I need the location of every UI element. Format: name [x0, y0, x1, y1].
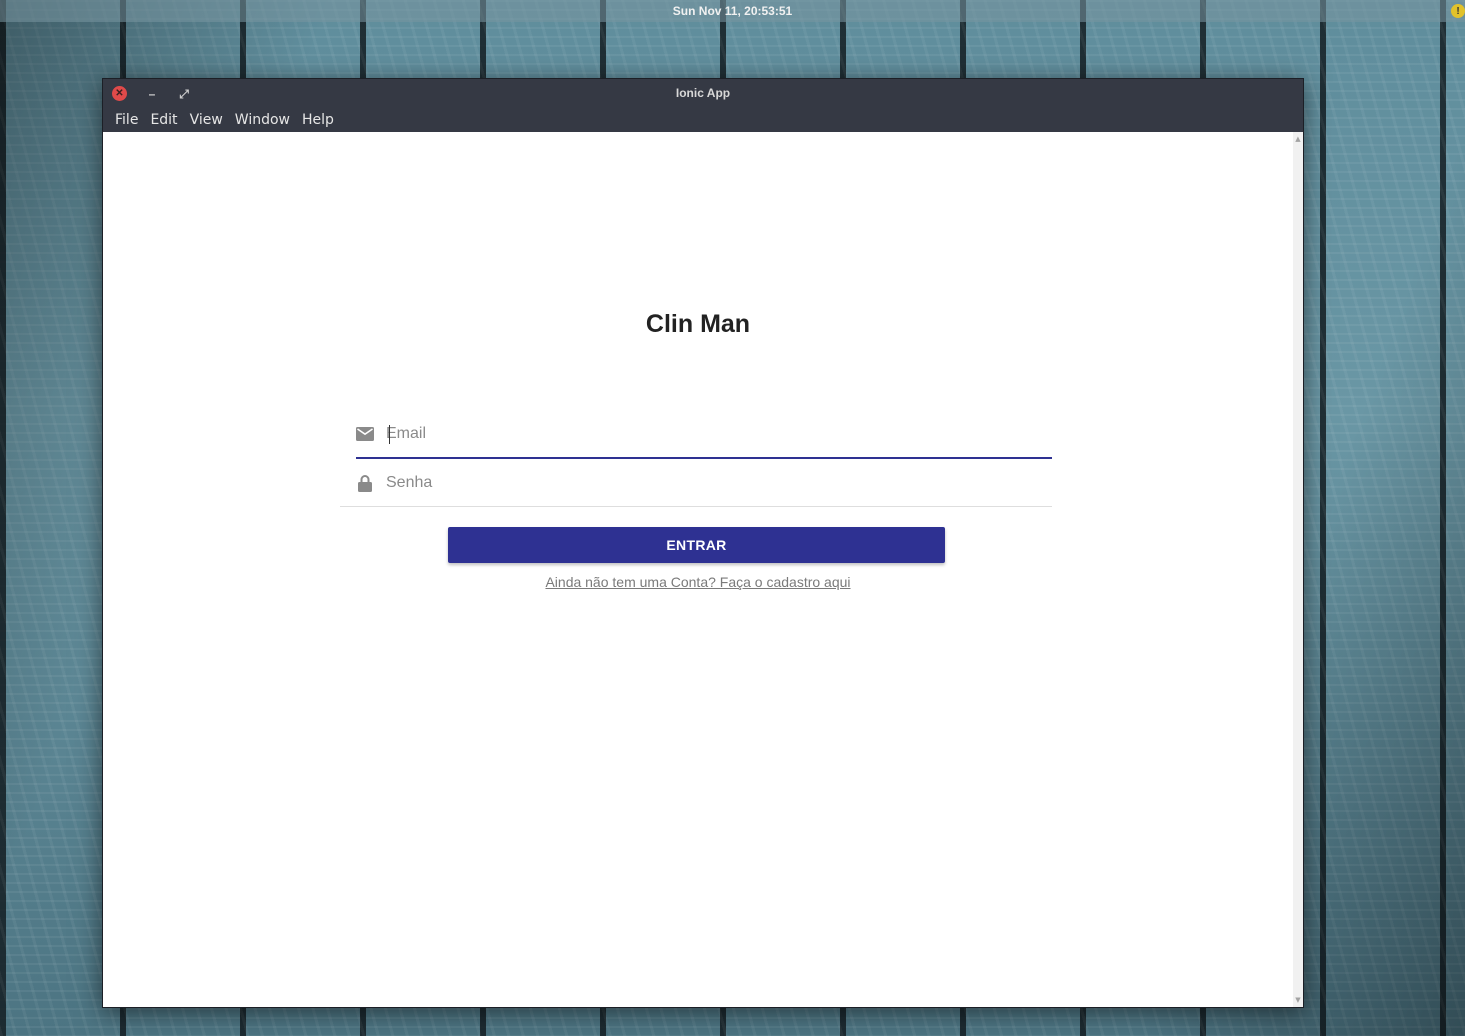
page-title: Clin Man — [645, 310, 751, 338]
scroll-down-arrow-icon[interactable]: ▼ — [1294, 995, 1302, 1005]
window-titlebar[interactable]: ✕ – ⤢ Ionic App — [103, 79, 1303, 107]
scroll-up-arrow-icon[interactable]: ▲ — [1294, 134, 1302, 144]
clock[interactable]: Sun Nov 11, 20:53:51 — [673, 4, 792, 18]
top-panel: Sun Nov 11, 20:53:51 ! — [0, 0, 1465, 22]
menu-window[interactable]: Window — [229, 112, 296, 128]
login-button[interactable]: ENTRAR — [448, 527, 945, 563]
scrollbar[interactable]: ▲ ▼ — [1293, 132, 1303, 1007]
email-input[interactable] — [386, 425, 986, 443]
close-button[interactable]: ✕ — [112, 86, 127, 101]
menu-file[interactable]: File — [109, 112, 144, 128]
app-window: ✕ – ⤢ Ionic App File Edit View Window He… — [102, 78, 1304, 1008]
password-input[interactable] — [386, 474, 986, 492]
text-cursor — [389, 425, 390, 444]
mail-icon — [356, 425, 374, 443]
password-field — [356, 459, 1052, 507]
minimize-button[interactable]: – — [145, 87, 159, 101]
menubar: File Edit View Window Help — [103, 107, 1303, 132]
signup-link[interactable]: Ainda não tem uma Conta? Faça o cadastro… — [103, 574, 1293, 590]
alert-icon[interactable]: ! — [1451, 4, 1465, 18]
lock-icon — [356, 474, 374, 492]
maximize-button[interactable]: ⤢ — [177, 87, 191, 101]
menu-edit[interactable]: Edit — [144, 112, 183, 128]
page-content: Clin Man ENTRAR Ainda não tem uma — [103, 132, 1303, 1007]
menu-help[interactable]: Help — [296, 112, 340, 128]
menu-view[interactable]: View — [184, 112, 229, 128]
window-title: Ionic App — [675, 86, 731, 100]
email-field — [356, 411, 1052, 459]
field-divider — [340, 506, 1052, 507]
